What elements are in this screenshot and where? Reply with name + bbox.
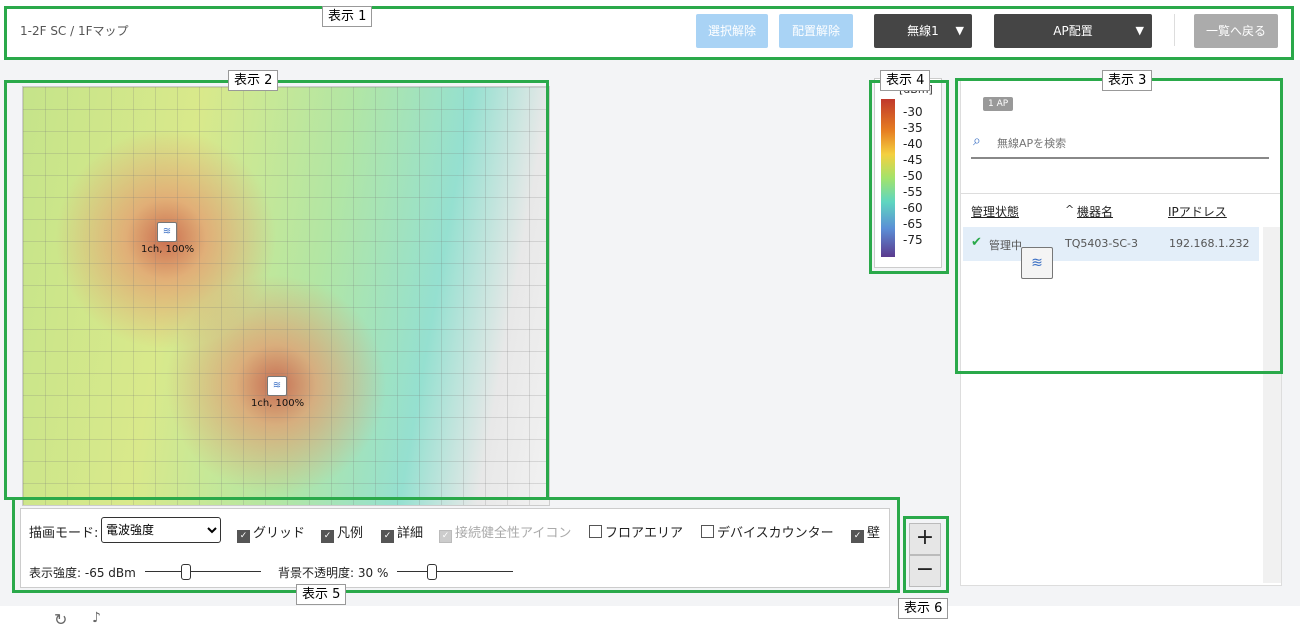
annotation-box-5 xyxy=(12,497,900,593)
annotation-label-1: 表示 1 xyxy=(322,6,373,27)
annotation-label-5: 表示 5 xyxy=(296,584,347,605)
annotation-box-2 xyxy=(4,80,549,500)
bottom-bar: ↻ ♪ xyxy=(0,606,1300,636)
annotation-box-6 xyxy=(903,516,949,593)
annotation-box-1 xyxy=(4,6,1294,60)
annotation-box-3 xyxy=(955,78,1283,374)
annotation-label-6: 表示 6 xyxy=(898,598,949,619)
bell-icon[interactable]: ♪ xyxy=(92,610,101,626)
annotation-label-4: 表示 4 xyxy=(880,70,931,91)
refresh-icon[interactable]: ↻ xyxy=(54,610,67,629)
annotation-box-4 xyxy=(869,80,949,274)
annotation-label-3: 表示 3 xyxy=(1102,70,1153,91)
annotation-label-2: 表示 2 xyxy=(228,70,279,91)
